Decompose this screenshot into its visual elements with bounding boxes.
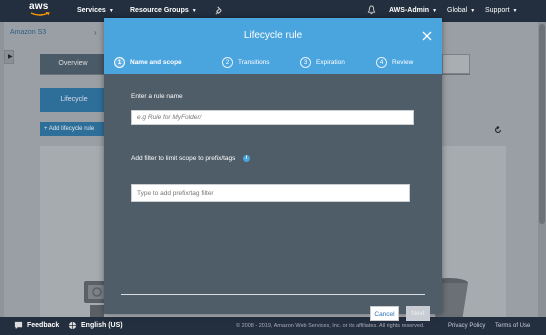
chevron-down-icon: ▼ [470,8,476,14]
chevron-down-icon: ▼ [512,8,518,14]
add-lifecycle-rule-button[interactable]: + Add lifecycle rule [40,122,110,136]
feedback-link[interactable]: Feedback [27,322,59,329]
step-number: 1 [114,56,125,68]
support-menu[interactable]: Support ▼ [485,7,517,14]
modal-divider [121,294,425,295]
sidebar-toggle[interactable]: ▶ [4,50,14,64]
feedback-icon [14,321,23,330]
aws-logo-text: aws [29,1,49,12]
info-icon[interactable]: i [243,155,250,162]
refresh-icon[interactable] [494,126,502,134]
step-transitions[interactable]: 2 Transitions [222,56,270,68]
modal-title: Lifecycle rule [243,30,303,41]
rule-name-input[interactable] [131,110,414,125]
chevron-down-icon: ▼ [191,8,197,14]
rule-name-label: Enter a rule name [131,93,183,100]
account-label: AWS-Admin [389,7,430,14]
footer: Feedback English (US) © 2008 - 2019, Ama… [0,317,546,335]
breadcrumb-s3[interactable]: Amazon S3 [10,29,46,36]
modal-body: Enter a rule name Add filter to limit sc… [104,74,442,321]
account-menu[interactable]: AWS-Admin ▼ [389,7,437,14]
chevron-down-icon: ▼ [432,8,438,14]
pin-icon[interactable] [215,6,224,15]
modal-header: Lifecycle rule 1 Name and scope 2 Transi… [104,18,442,74]
services-label: Services [77,7,106,14]
step-number: 3 [300,56,311,68]
privacy-policy-link[interactable]: Privacy Policy [448,323,485,329]
step-label: Expiration [316,58,345,66]
lifecycle-tab[interactable]: Lifecycle [40,88,108,112]
cancel-button[interactable]: Cancel [370,306,399,321]
chevron-right-icon: ▶ [8,54,13,60]
copyright-text: © 2008 - 2019, Amazon Web Services, Inc.… [236,323,425,329]
aws-smile-icon [30,12,50,16]
resource-groups-menu[interactable]: Resource Groups ▼ [130,7,197,14]
step-number: 2 [222,56,233,68]
region-menu[interactable]: Global ▼ [447,7,475,14]
bell-icon[interactable] [367,5,376,15]
prefix-tag-filter-input[interactable] [131,184,410,202]
chevron-down-icon: ▼ [108,8,114,14]
language-selector[interactable]: English (US) [81,322,123,329]
step-expiration[interactable]: 3 Expiration [300,56,345,68]
lifecycle-rule-modal: Lifecycle rule 1 Name and scope 2 Transi… [104,18,442,321]
services-menu[interactable]: Services ▼ [77,7,114,14]
resource-groups-label: Resource Groups [130,7,189,14]
filter-label: Add filter to limit scope to prefix/tags [131,155,236,162]
step-number: 4 [376,56,387,68]
close-icon[interactable] [422,31,432,41]
aws-logo[interactable]: aws [29,1,53,19]
tab-placeholder [442,54,470,74]
next-button[interactable]: Next [406,306,430,321]
scrollbar-thumb[interactable] [539,24,545,224]
region-label: Global [447,7,468,14]
terms-of-use-link[interactable]: Terms of Use [495,323,530,329]
globe-icon [68,321,77,330]
step-review[interactable]: 4 Review [376,56,413,68]
step-label: Transitions [238,58,270,66]
support-label: Support [485,7,510,14]
tab-overview[interactable]: Overview [40,54,106,74]
step-label: Review [392,58,414,66]
step-label: Name and scope [130,58,182,66]
breadcrumb-separator: › [94,28,97,37]
step-name-and-scope[interactable]: 1 Name and scope [114,56,182,68]
